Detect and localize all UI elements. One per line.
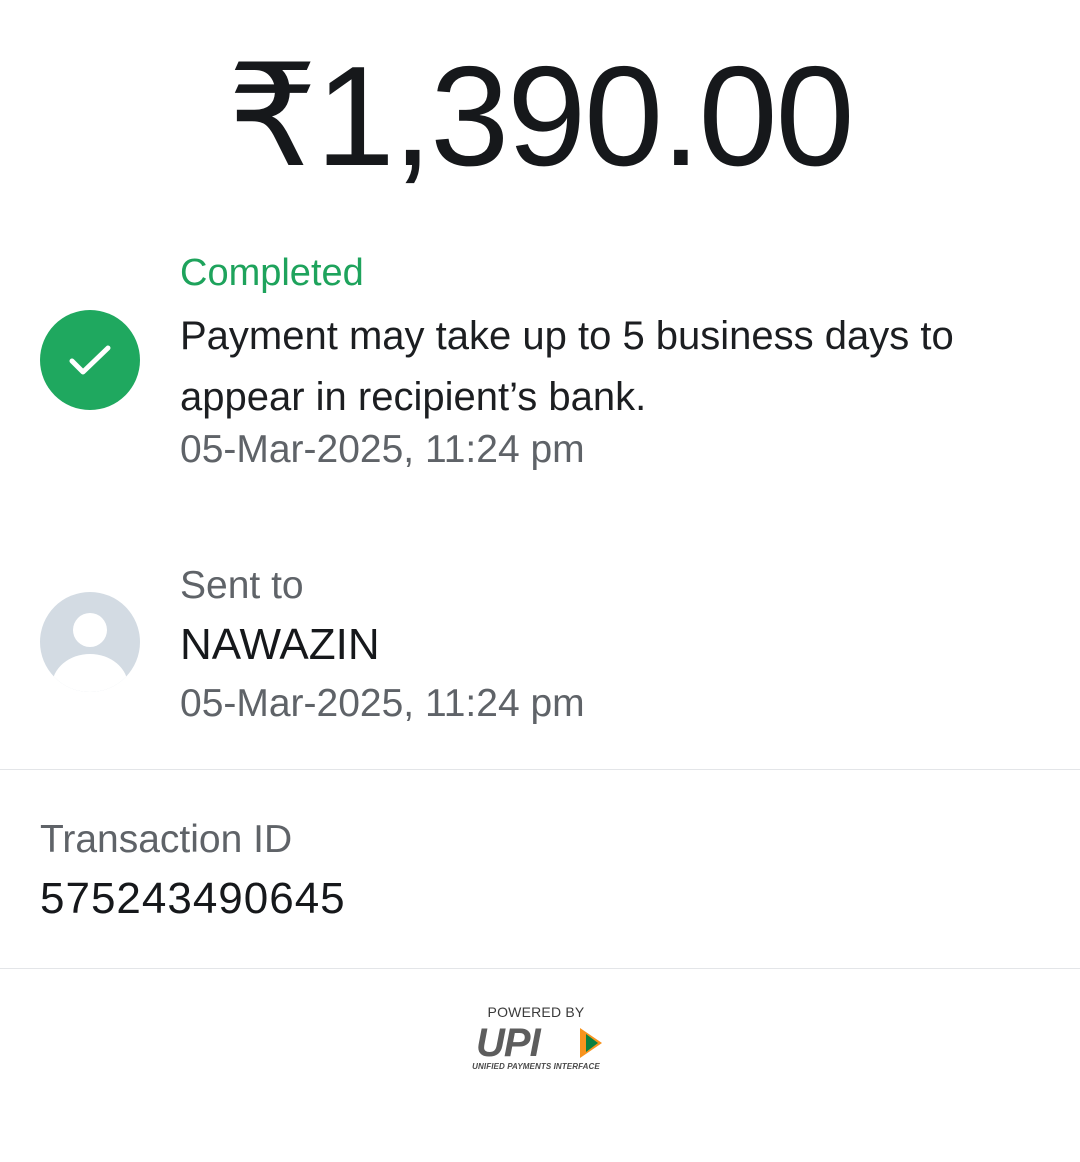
upi-logo-icon: UPI <box>476 1022 602 1062</box>
divider <box>0 968 1080 969</box>
divider <box>0 769 1080 770</box>
upi-logo: POWERED BY UPI UNIFIED PAYMENTS INTERFAC… <box>470 1004 610 1076</box>
check-circle-icon <box>40 310 140 410</box>
upi-subtitle: UNIFIED PAYMENTS INTERFACE <box>472 1062 600 1071</box>
transaction-id-value[interactable]: 575243490645 <box>40 874 346 924</box>
recipient-avatar[interactable] <box>40 592 140 692</box>
upi-logo-text: UPI <box>476 1022 542 1062</box>
payment-amount: ₹1,390.00 <box>227 37 854 196</box>
status-label: Completed <box>180 252 364 294</box>
transaction-id-label: Transaction ID <box>40 818 293 861</box>
status-timestamp: 05-Mar-2025, 11:24 pm <box>180 428 585 471</box>
avatar-placeholder-icon <box>52 613 128 692</box>
powered-by-text: POWERED BY <box>487 1004 585 1020</box>
sent-to-label: Sent to <box>180 564 304 607</box>
recipient-name[interactable]: NAWAZIN <box>180 620 380 670</box>
recipient-timestamp: 05-Mar-2025, 11:24 pm <box>180 682 585 725</box>
status-message: Payment may take up to 5 business days t… <box>180 314 954 419</box>
